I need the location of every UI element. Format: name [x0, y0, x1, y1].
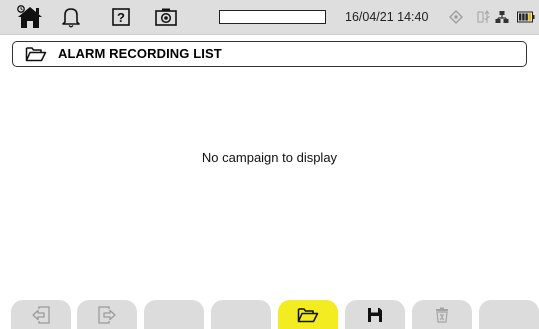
snapshot-button[interactable]	[151, 0, 181, 34]
status-bar: ? 16/04/21 14:40	[0, 0, 539, 35]
help-button[interactable]: ?	[108, 0, 134, 34]
empty-list-message: No campaign to display	[201, 150, 338, 165]
home-icon	[17, 5, 42, 28]
exit-left-icon	[32, 305, 50, 324]
bell-icon	[62, 8, 80, 28]
save-icon	[368, 307, 382, 322]
gps-indicator	[447, 0, 465, 34]
camera-icon	[155, 8, 177, 26]
memory-progress-bar	[219, 10, 326, 24]
softkey-save[interactable]	[345, 300, 405, 329]
usb-icon	[477, 10, 490, 23]
alarm-button[interactable]	[58, 0, 84, 34]
help-icon: ?	[112, 8, 130, 26]
softkey-4[interactable]	[211, 300, 271, 329]
usb-indicator	[476, 0, 492, 34]
page-title: ALARM RECORDING LIST	[58, 46, 222, 61]
gps-icon	[449, 10, 463, 24]
softkey-3[interactable]	[144, 300, 204, 329]
trash-icon	[436, 307, 448, 323]
battery-icon	[517, 11, 535, 23]
softkey-delete[interactable]	[412, 300, 472, 329]
folder-open-icon	[25, 46, 47, 67]
softkey-8[interactable]	[479, 300, 539, 329]
folder-open-icon	[297, 307, 319, 322]
softkey-bar	[0, 300, 539, 329]
network-icon	[495, 11, 509, 23]
home-button[interactable]	[14, 0, 46, 34]
softkey-exit-right[interactable]	[77, 300, 137, 329]
svg-text:?: ?	[117, 10, 125, 25]
network-indicator	[494, 0, 510, 34]
screen-title-bar: ALARM RECORDING LIST	[12, 41, 527, 67]
battery-indicator	[515, 0, 537, 34]
datetime-display: 16/04/21 14:40	[345, 10, 429, 24]
softkey-open-folder[interactable]	[278, 300, 338, 329]
exit-right-icon	[98, 305, 116, 324]
softkey-exit-left[interactable]	[11, 300, 71, 329]
